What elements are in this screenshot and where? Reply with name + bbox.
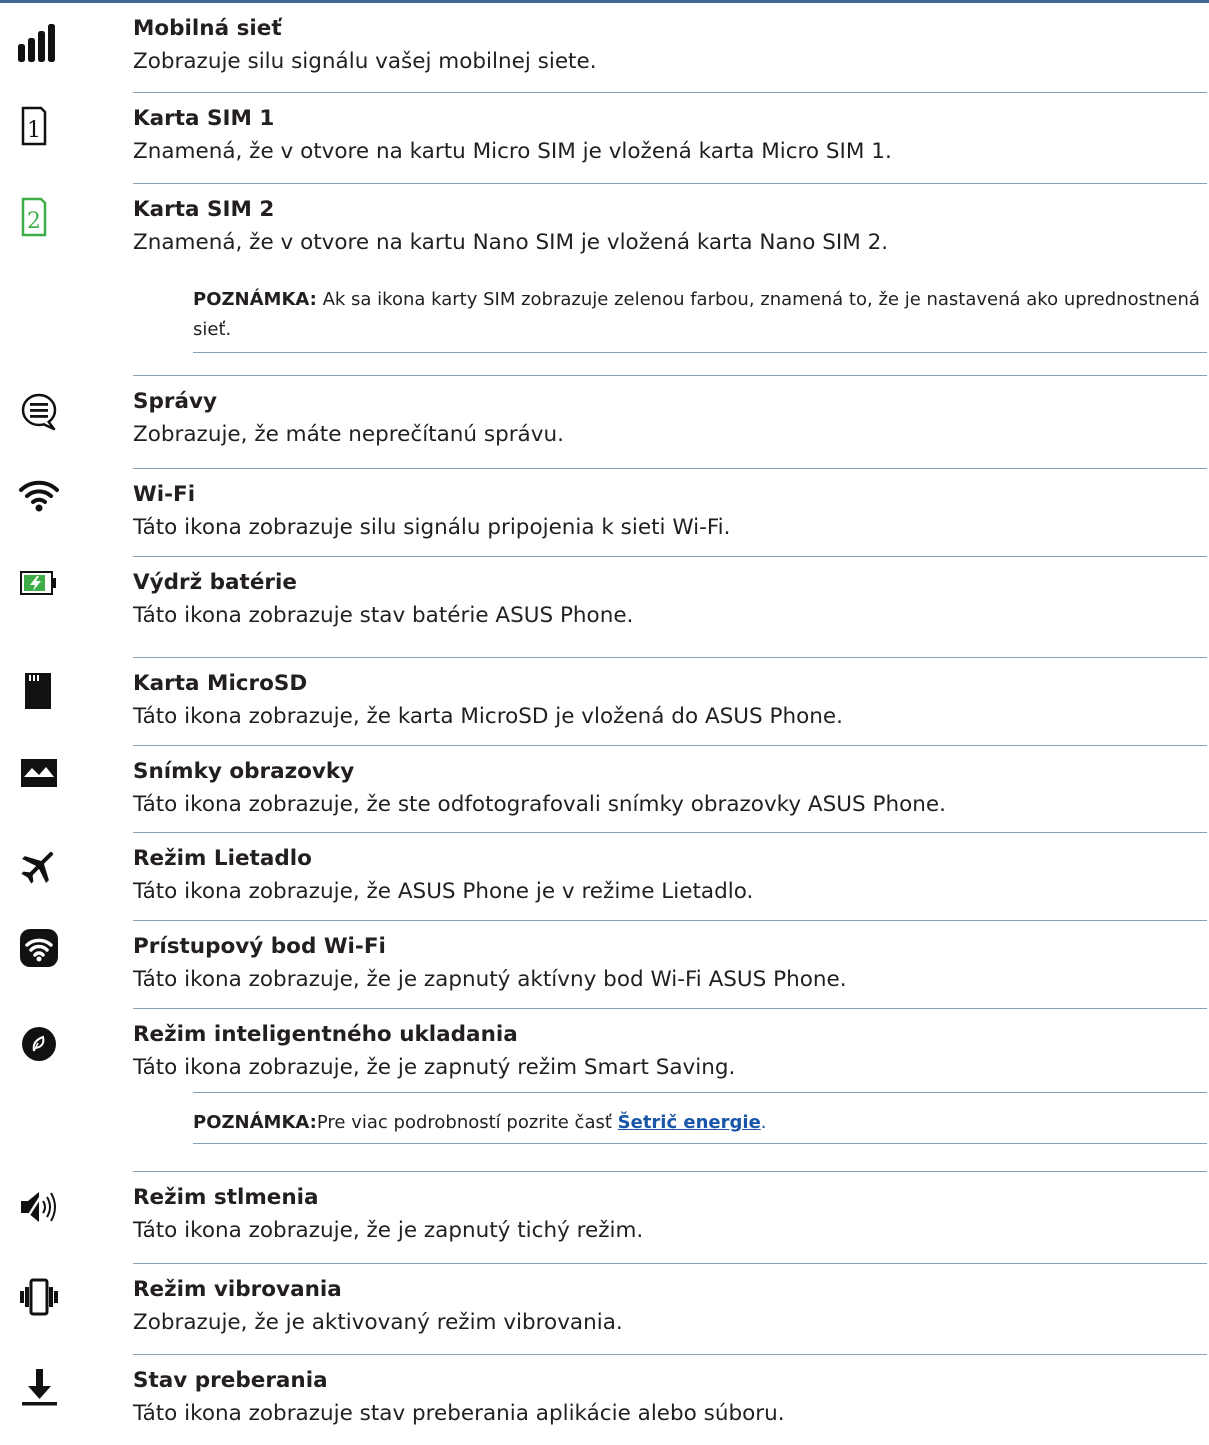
item-title: Režim inteligentného ukladania xyxy=(133,1022,518,1047)
item-description: Zobrazuje silu signálu vašej mobilnej si… xyxy=(133,49,597,74)
note-period: . xyxy=(760,1112,767,1133)
item-description: Táto ikona zobrazuje, že je zapnutý aktí… xyxy=(133,967,847,992)
item-description: Znamená, že v otvore na kartu Micro SIM … xyxy=(133,139,892,164)
item-description: Táto ikona zobrazuje silu signálu pripoj… xyxy=(133,515,731,540)
note-text: Ak sa ikona karty SIM zobrazuje zelenou … xyxy=(193,289,1200,340)
item-title: Režim stlmenia xyxy=(133,1185,319,1210)
item-description: Znamená, že v otvore na kartu Nano SIM j… xyxy=(133,230,889,255)
divider xyxy=(133,657,1207,658)
note-sim: POZNÁMKA: Ak sa ikona karty SIM zobrazuj… xyxy=(193,285,1205,345)
item-title: Výdrž batérie xyxy=(133,570,297,595)
list-item-sim1: 1 Karta SIM 1 Znamená, že v otvore na ka… xyxy=(0,94,1209,182)
item-title: Režim Lietadlo xyxy=(133,846,312,871)
item-title: Stav preberania xyxy=(133,1368,328,1393)
smart-saving-icon xyxy=(19,1024,59,1064)
list-item-messages: Správy Zobrazuje, že máte neprečítanú sp… xyxy=(0,377,1209,469)
item-description: Zobrazuje, že je aktivovaný režim vibrov… xyxy=(133,1310,623,1335)
item-title: Snímky obrazovky xyxy=(133,759,355,784)
note-label: POZNÁMKA: xyxy=(193,289,317,310)
saving-link[interactable]: Šetrič energie xyxy=(618,1112,761,1133)
screenshot-icon xyxy=(19,753,59,793)
list-item-airplane: Režim Lietadlo Táto ikona zobrazuje, že … xyxy=(0,834,1209,920)
list-item-microsd: Karta MicroSD Táto ikona zobrazuje, že k… xyxy=(0,659,1209,745)
divider xyxy=(133,375,1207,376)
divider xyxy=(133,1008,1207,1009)
divider xyxy=(133,92,1207,93)
item-title: Prístupový bod Wi-Fi xyxy=(133,934,386,959)
note-divider xyxy=(193,352,1207,353)
item-description: Zobrazuje, že máte neprečítanú správu. xyxy=(133,422,564,447)
list-item-mobile-network: Mobilná sieť Zobrazuje silu signálu vaše… xyxy=(0,4,1209,92)
list-item-sim2: 2 Karta SIM 2 Znamená, že v otvore na ka… xyxy=(0,185,1209,273)
download-icon xyxy=(19,1368,59,1408)
divider xyxy=(133,1171,1207,1172)
item-title: Režim vibrovania xyxy=(133,1277,342,1302)
divider xyxy=(133,920,1207,921)
item-title: Mobilná sieť xyxy=(133,16,282,41)
item-title: Karta MicroSD xyxy=(133,671,308,696)
list-item-screenshot: Snímky obrazovky Táto ikona zobrazuje, ž… xyxy=(0,747,1209,833)
list-item-battery: Výdrž batérie Táto ikona zobrazuje stav … xyxy=(0,558,1209,656)
divider xyxy=(133,556,1207,557)
svg-text:1: 1 xyxy=(27,118,41,143)
sim2-icon: 2 xyxy=(19,197,59,237)
note-divider xyxy=(193,1092,1207,1093)
item-title: Karta SIM 1 xyxy=(133,106,275,131)
microsd-icon xyxy=(19,671,59,711)
note-label: POZNÁMKA: xyxy=(193,1112,317,1133)
item-description: Táto ikona zobrazuje, že ASUS Phone je v… xyxy=(133,879,754,904)
list-item-mute: Režim stlmenia Táto ikona zobrazuje, že … xyxy=(0,1173,1209,1263)
divider xyxy=(133,1354,1207,1355)
divider xyxy=(133,1263,1207,1264)
hotspot-icon xyxy=(19,928,59,968)
item-description: Táto ikona zobrazuje stav batérie ASUS P… xyxy=(133,603,634,628)
wifi-icon xyxy=(19,476,59,516)
list-item-download: Stav preberania Táto ikona zobrazuje sta… xyxy=(0,1356,1209,1445)
list-item-wifi: Wi-Fi Táto ikona zobrazuje silu signálu … xyxy=(0,470,1209,556)
sim1-icon: 1 xyxy=(19,106,59,146)
item-description: Táto ikona zobrazuje, že je zapnutý reži… xyxy=(133,1055,736,1080)
divider xyxy=(133,832,1207,833)
note-text: Pre viac podrobností pozrite časť xyxy=(316,1112,618,1133)
item-title: Wi-Fi xyxy=(133,482,196,507)
message-icon xyxy=(19,391,59,431)
item-title: Karta SIM 2 xyxy=(133,197,275,222)
top-rule xyxy=(0,0,1209,3)
airplane-icon xyxy=(19,846,59,886)
divider xyxy=(133,183,1207,184)
list-item-hotspot: Prístupový bod Wi-Fi Táto ikona zobrazuj… xyxy=(0,922,1209,1008)
signal-bars-icon xyxy=(17,24,57,64)
mute-icon xyxy=(19,1187,59,1227)
item-description: Táto ikona zobrazuje stav preberania apl… xyxy=(133,1401,785,1426)
divider xyxy=(133,745,1207,746)
divider xyxy=(133,468,1207,469)
note-saving: POZNÁMKA:Pre viac podrobností pozrite ča… xyxy=(193,1108,1205,1138)
note-divider xyxy=(193,1143,1207,1144)
svg-text:2: 2 xyxy=(27,209,41,234)
battery-icon xyxy=(19,564,59,604)
item-description: Táto ikona zobrazuje, že karta MicroSD j… xyxy=(133,704,843,729)
item-description: Táto ikona zobrazuje, že ste odfotografo… xyxy=(133,792,946,817)
list-item-smart-saving: Režim inteligentného ukladania Táto ikon… xyxy=(0,1010,1209,1100)
item-title: Správy xyxy=(133,389,218,414)
list-item-vibrate: Režim vibrovania Zobrazuje, že je aktivo… xyxy=(0,1265,1209,1351)
vibrate-icon xyxy=(19,1277,59,1317)
item-description: Táto ikona zobrazuje, že je zapnutý tich… xyxy=(133,1218,644,1243)
